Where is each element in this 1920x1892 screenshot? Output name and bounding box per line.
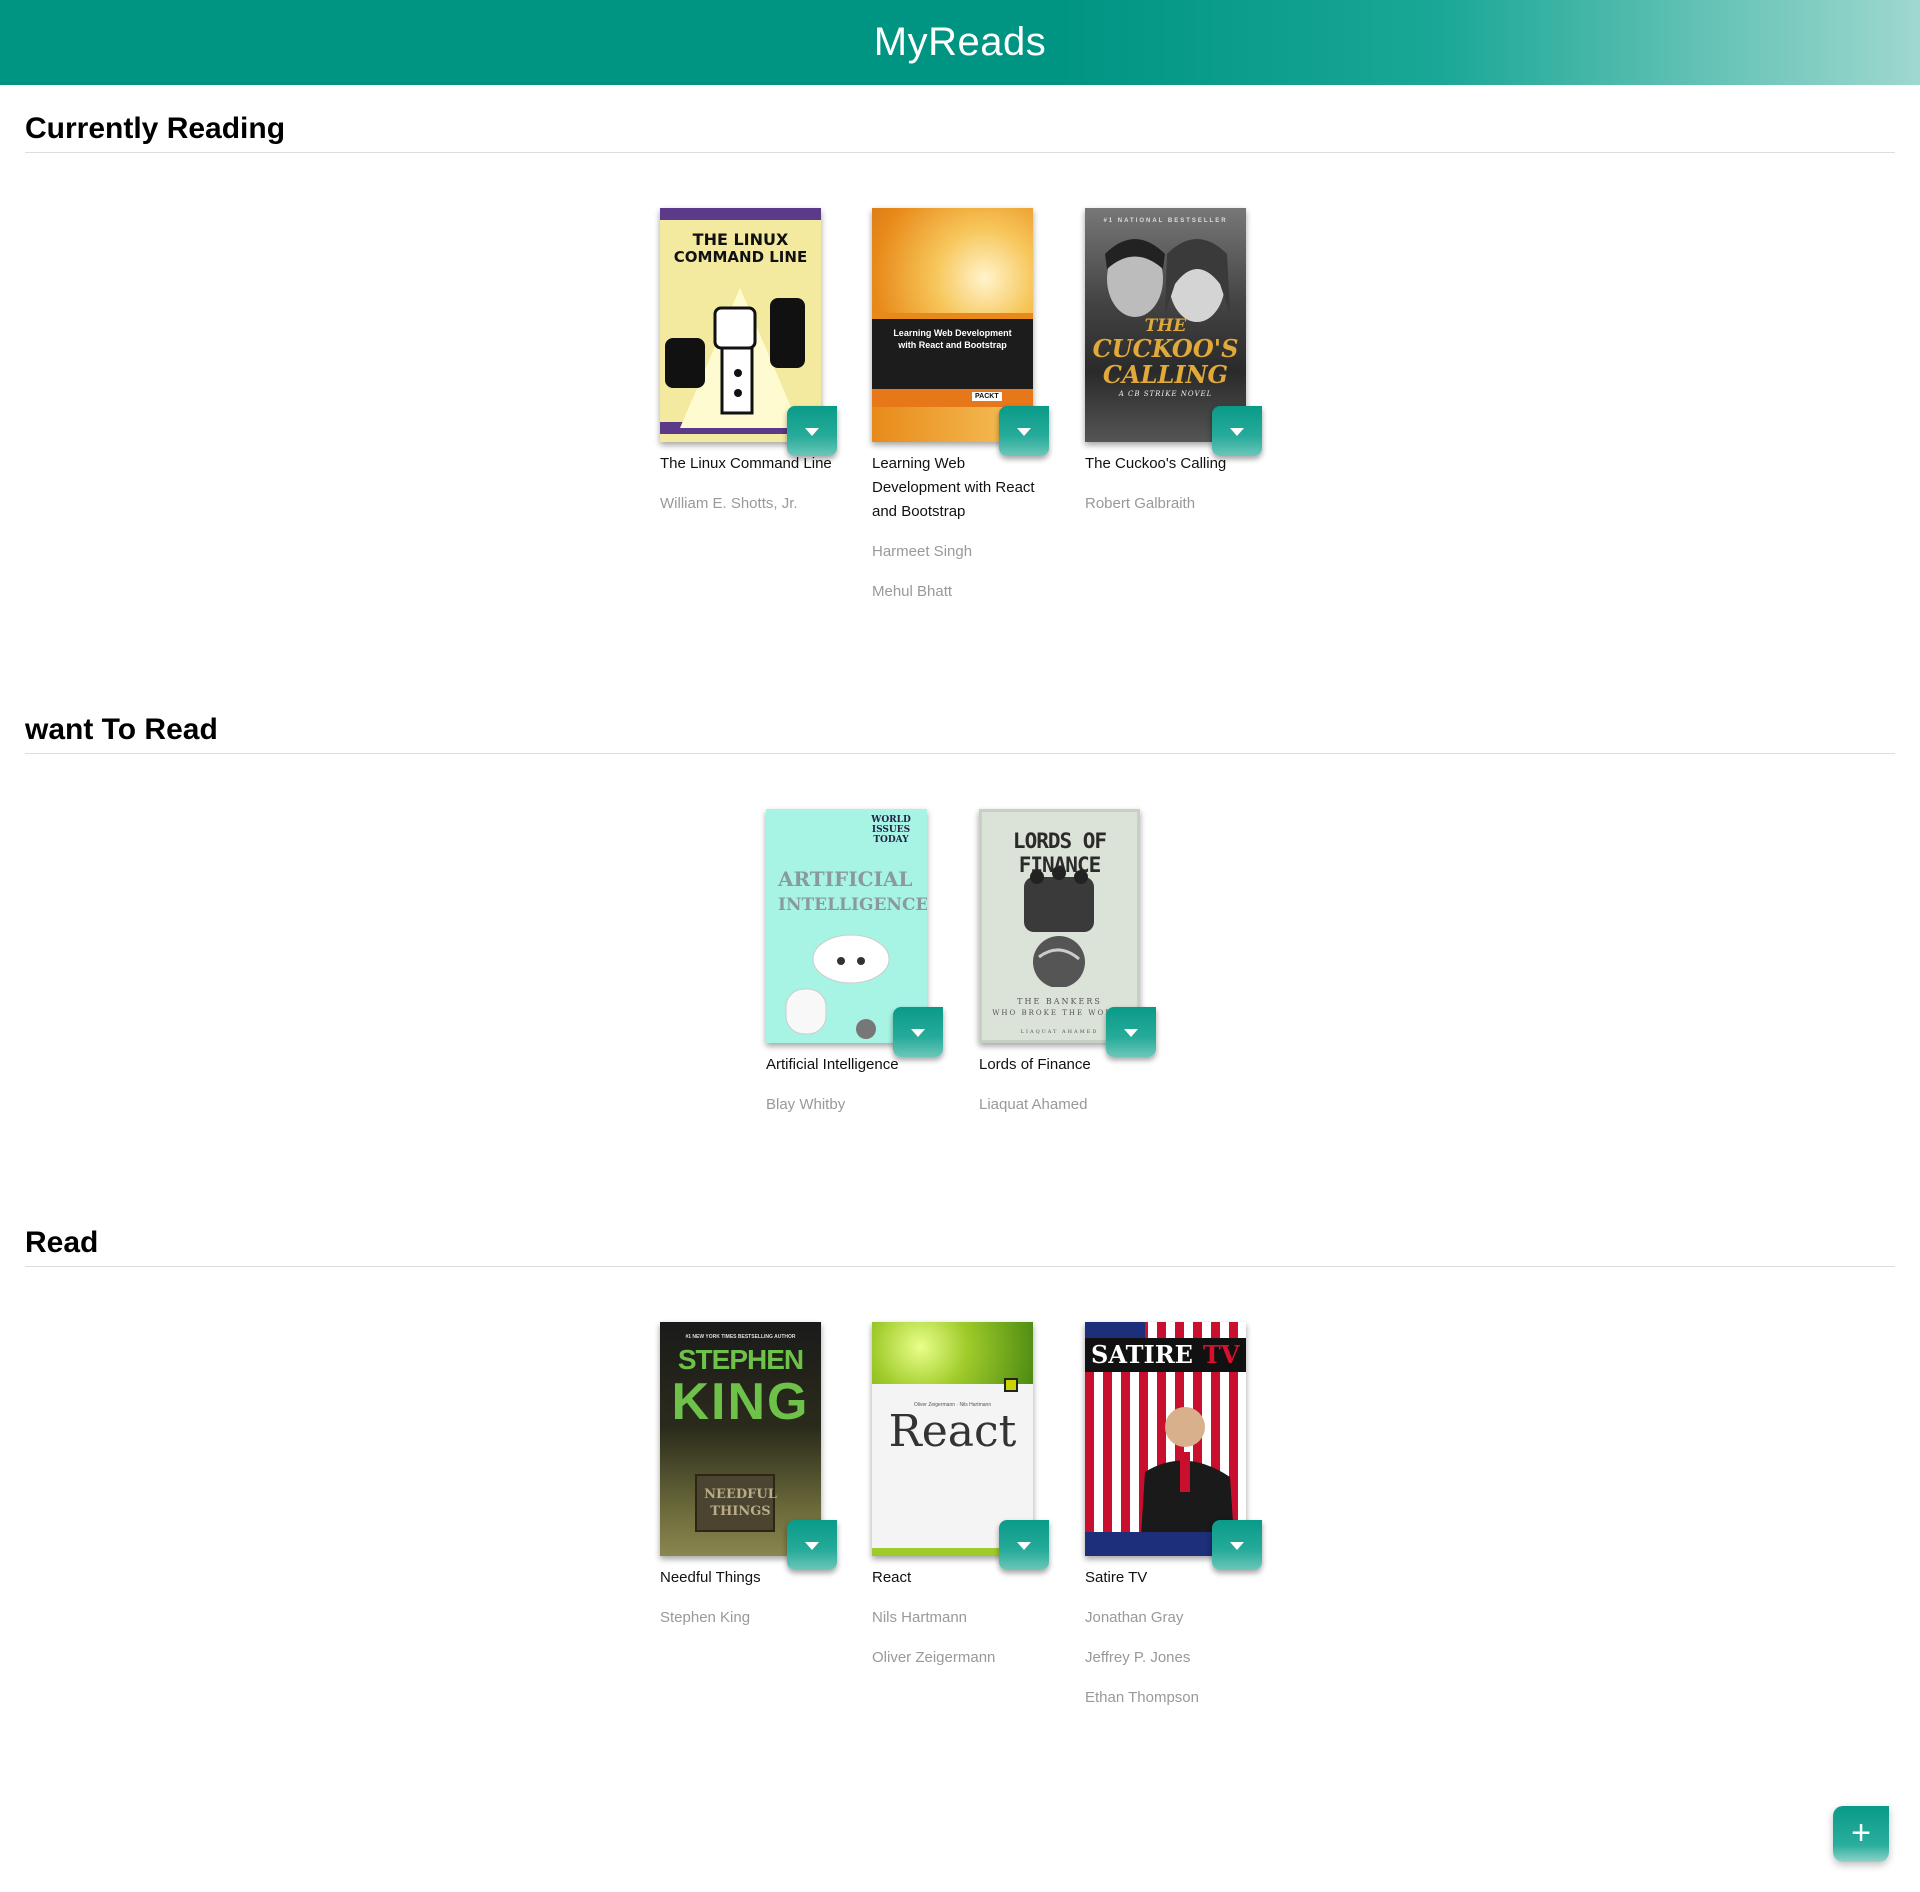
book-author: William E. Shotts, Jr. (660, 495, 798, 512)
book-item: #1 NEW YORK TIMES BESTSELLING AUTHOR STE… (660, 1322, 837, 1630)
app-header: MyReads (0, 0, 1920, 85)
shelf-title: Read (25, 1226, 1895, 1267)
shelf-changer-button[interactable] (999, 1520, 1049, 1570)
book-item: SATIRE TV Satire TV Jonathan Gray Jeffre… (1085, 1322, 1262, 1710)
cover-text: COMMAND LINE (673, 248, 808, 266)
book-author: Harmeet Singh (872, 543, 973, 560)
cover-text: THE LINUX (692, 230, 789, 249)
cover-text: CUCKOO'S (1092, 334, 1239, 363)
cover-text: THINGS (710, 1504, 771, 1519)
plus-icon: + (1851, 1813, 1871, 1852)
book-author: Mehul Bhatt (872, 583, 953, 600)
book-author: Nils Hartmann (872, 1609, 968, 1626)
shelf-changer-button[interactable] (999, 406, 1049, 456)
cover-text: A CB STRIKE NOVEL (1118, 390, 1213, 398)
shelf-changer-button[interactable] (1212, 406, 1262, 456)
shelf-read: Read #1 NEW YORK TIMES BESTSELLING AUTHO… (25, 1226, 1895, 1706)
book-item: Oliver Zeigermann · Nils Hartmann React … (872, 1322, 1049, 1670)
add-book-button[interactable]: + (1833, 1806, 1889, 1862)
book-author: Robert Galbraith (1085, 495, 1196, 512)
shelf-currently-reading: Currently Reading THE LINUX COMMAND LINE (25, 112, 1895, 600)
book-author: Jeffrey P. Jones (1085, 1649, 1191, 1666)
book-item: #1 NATIONAL BESTSELLER THE CUCKOO'S CALL… (1085, 208, 1262, 516)
book-item: THE LINUX COMMAND LINE The Linux Command… (660, 208, 837, 516)
book-item: Learning Web Development with React and … (872, 208, 1049, 604)
cover-text: CALLING (1102, 360, 1229, 389)
book-author: Blay Whitby (766, 1096, 846, 1113)
cover-text: Learning Web Development (893, 328, 1012, 338)
shelf-want-to-read: want To Read WORLD ISSUES TODAY ARTIFICI… (25, 713, 1895, 1113)
shelf-changer-button[interactable] (787, 406, 837, 456)
book-item: WORLD ISSUES TODAY ARTIFICIAL INTELLIGEN… (766, 809, 943, 1117)
cover-publisher: PACKT (972, 392, 1002, 401)
book-author: Liaquat Ahamed (979, 1096, 1088, 1113)
shelf-changer-button[interactable] (1106, 1007, 1156, 1057)
cover-text: INTELLIGENCE (778, 895, 927, 915)
cover-text: ARTIFICIAL (778, 867, 913, 891)
shelf-changer-button[interactable] (893, 1007, 943, 1057)
cover-text: with React and Bootstrap (898, 340, 1007, 350)
shelf-changer-button[interactable] (1212, 1520, 1262, 1570)
cover-text: React (888, 1406, 1017, 1457)
cover-text: SATIRE (1091, 1340, 1193, 1369)
book-author: Oliver Zeigermann (872, 1649, 996, 1666)
cover-text: NEEDFUL (704, 1487, 777, 1502)
cover-badge: WORLD ISSUES TODAY (871, 815, 911, 845)
cover-text: THE (1144, 316, 1187, 336)
book-author: Stephen King (660, 1609, 751, 1626)
shelf-title: Currently Reading (25, 112, 1895, 153)
shelf-changer-button[interactable] (787, 1520, 837, 1570)
book-author: Jonathan Gray (1085, 1609, 1184, 1626)
shelf-title: want To Read (25, 713, 1895, 754)
cover-text: KING (671, 1373, 810, 1431)
book-item: LORDS OF FINANCE THE BANKERS WHO BROKE T… (979, 809, 1156, 1117)
book-title: Learning Web Development with React and … (872, 455, 1035, 520)
bankers-illustration (1024, 867, 1094, 987)
cover-text: #1 NEW YORK TIMES BESTSELLING AUTHOR (685, 1334, 796, 1340)
app-title: MyReads (873, 20, 1047, 64)
cover-text: TV (1203, 1340, 1240, 1369)
cover-text: THE BANKERS (1017, 997, 1102, 1006)
book-author: Ethan Thompson (1085, 1689, 1199, 1706)
